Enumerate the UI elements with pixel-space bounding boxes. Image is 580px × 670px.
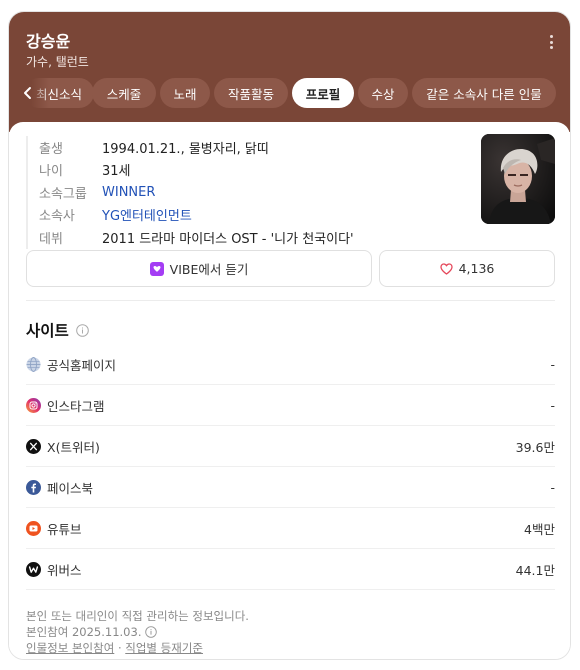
profile-header: 강승윤 가수, 탤런트 최신소식 스케줄 노래 작품활동 프로필 수상 같은 소… (9, 12, 570, 132)
profile-body: 출생 1994.01.21., 물병자리, 닭띠 나이 31세 소속그룹 WIN… (9, 122, 570, 659)
more-options-icon[interactable] (544, 34, 558, 50)
portrait-image (481, 134, 555, 224)
info-value-age: 31세 (102, 164, 131, 180)
vibe-logo-icon (149, 261, 164, 276)
info-row-age: 나이 31세 (39, 159, 466, 182)
heart-icon (439, 262, 453, 275)
profile-info-list: 출생 1994.01.21., 물병자리, 닭띠 나이 31세 소속그룹 WIN… (26, 136, 466, 249)
person-name[interactable]: 강승윤 (26, 28, 70, 52)
vibe-listen-button[interactable]: VIBE에서 듣기 (26, 250, 372, 287)
sites-title-text: 사이트 (26, 322, 69, 340)
site-value: 39.6만 (515, 440, 555, 455)
footer-date: 본인참여 2025.11.03. (26, 625, 142, 639)
like-button[interactable]: 4,136 (379, 250, 555, 287)
site-name: 유튜브 (47, 522, 82, 537)
site-name: 위버스 (47, 563, 82, 578)
site-row-youtube[interactable]: 유튜브 4백만 (26, 509, 555, 549)
youtube-icon (26, 521, 41, 536)
instagram-icon (26, 398, 41, 413)
info-label: 나이 (39, 164, 63, 180)
vibe-button-label: VIBE에서 듣기 (169, 262, 249, 277)
info-label: 출생 (39, 141, 63, 157)
like-count: 4,136 (458, 261, 495, 276)
site-name: 페이스북 (47, 481, 94, 496)
weverse-icon (26, 562, 41, 577)
info-circle-icon[interactable] (145, 626, 158, 638)
site-name: 공식홈페이지 (47, 358, 117, 373)
footer-separator: · (117, 641, 122, 655)
info-label: 데뷔 (39, 231, 63, 247)
tab-awards[interactable]: 수상 (358, 78, 408, 108)
tab-works[interactable]: 작품활동 (214, 78, 288, 108)
site-value: - (550, 398, 555, 413)
sites-section-title: 사이트 (26, 319, 89, 341)
info-circle-icon[interactable] (75, 323, 89, 337)
site-row-x[interactable]: X(트위터) 39.6만 (26, 427, 555, 467)
tab-schedule[interactable]: 스케줄 (92, 78, 156, 108)
site-row-facebook[interactable]: 페이스북 - (26, 468, 555, 508)
agency-link[interactable]: YG엔터테인먼트 (102, 205, 192, 224)
tab-profile[interactable]: 프로필 (292, 78, 354, 108)
site-value: - (550, 480, 555, 495)
section-divider (26, 300, 555, 301)
tab-same-agency[interactable]: 같은 소속사 다른 인물 (412, 78, 556, 108)
site-name: X(트위터) (47, 440, 100, 455)
info-row-agency: 소속사 YG엔터테인먼트 (39, 204, 466, 227)
footer-links: 인물정보 본인참여 · 직업별 등재기준 (26, 640, 203, 656)
info-row-debut: 데뷔 2011 드라마 마이더스 OST - '니가 천국이다' (39, 226, 466, 249)
facebook-icon (26, 480, 41, 495)
person-occupation: 가수, 탤런트 (26, 55, 89, 69)
footer-notice: 본인 또는 대리인이 직접 관리하는 정보입니다. (26, 609, 249, 623)
self-participation-link[interactable]: 인물정보 본인참여 (26, 641, 114, 655)
info-label: 소속그룹 (39, 186, 87, 202)
chevron-left-icon[interactable] (21, 86, 35, 100)
site-name: 인스타그램 (47, 399, 105, 414)
info-value-debut: 2011 드라마 마이더스 OST - '니가 천국이다' (102, 231, 354, 247)
footer-date-row: 본인참여 2025.11.03. (26, 624, 158, 640)
tab-bar: 최신소식 스케줄 노래 작품활동 프로필 수상 같은 소속사 다른 인물 (9, 78, 570, 108)
info-value-birth: 1994.01.21., 물병자리, 닭띠 (102, 141, 269, 157)
site-row-official[interactable]: 공식홈페이지 - (26, 345, 555, 385)
info-label: 소속사 (39, 209, 75, 225)
group-link[interactable]: WINNER (102, 185, 155, 200)
site-row-instagram[interactable]: 인스타그램 - (26, 386, 555, 426)
registration-criteria-link[interactable]: 직업별 등재기준 (125, 641, 203, 655)
site-value: 4백만 (524, 522, 555, 537)
x-icon (26, 439, 41, 454)
site-row-weverse[interactable]: 위버스 44.1만 (26, 550, 555, 590)
site-value: - (550, 357, 555, 372)
globe-icon (26, 357, 41, 372)
info-row-group: 소속그룹 WINNER (39, 181, 466, 204)
site-value: 44.1만 (515, 563, 555, 578)
profile-photo[interactable] (481, 134, 555, 224)
info-row-birth: 출생 1994.01.21., 물병자리, 닭띠 (39, 136, 466, 159)
tab-songs[interactable]: 노래 (160, 78, 210, 108)
profile-card: 강승윤 가수, 탤런트 최신소식 스케줄 노래 작품활동 프로필 수상 같은 소… (8, 11, 571, 660)
